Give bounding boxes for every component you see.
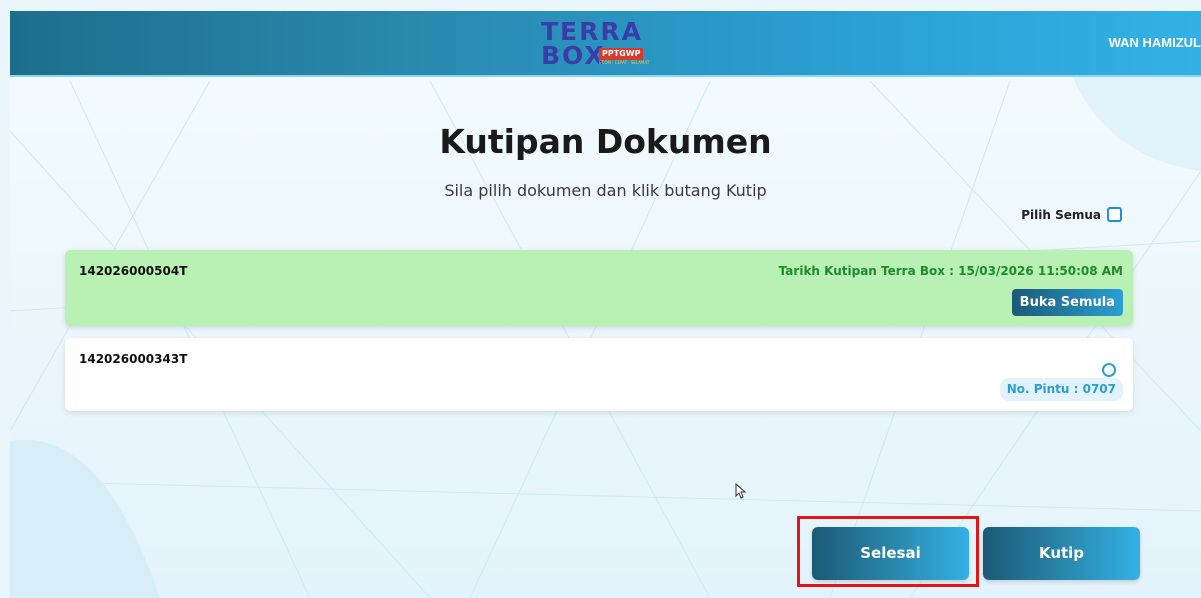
document-id: 142026000343T <box>79 352 188 366</box>
collect-button[interactable]: Kutip <box>983 527 1140 580</box>
mouse-cursor-icon <box>735 483 747 499</box>
document-id: 142026000504T <box>79 264 188 278</box>
document-card[interactable]: 142026000343T No. Pintu : 0707 <box>65 338 1133 411</box>
logo-tagline: ECOM · CEPAT · SELAMAT <box>599 60 650 65</box>
logo-badge: PPTGWP <box>599 48 644 60</box>
logo-box-text: BOX <box>541 41 606 70</box>
select-all-label: Pilih Semua <box>1021 207 1101 222</box>
select-all-control[interactable]: Pilih Semua <box>1021 207 1122 222</box>
document-card-collected: 142026000504T Tarikh Kutipan Terra Box :… <box>65 250 1133 326</box>
app-frame: TERRA BOX PPTGWP ECOM · CEPAT · SELAMAT … <box>10 11 1201 598</box>
select-all-checkbox[interactable] <box>1107 207 1122 222</box>
document-select-radio[interactable] <box>1102 363 1116 377</box>
reopen-button[interactable]: Buka Semula <box>1011 289 1123 316</box>
top-header-bar: TERRA BOX PPTGWP ECOM · CEPAT · SELAMAT … <box>10 11 1201 77</box>
collection-date: Tarikh Kutipan Terra Box : 15/03/2026 11… <box>778 264 1123 278</box>
page-subtitle: Sila pilih dokumen dan klik butang Kutip <box>444 181 767 200</box>
terrabox-logo: TERRA BOX PPTGWP ECOM · CEPAT · SELAMAT <box>541 19 681 69</box>
user-name[interactable]: WAN HAMIZUL <box>1109 11 1201 75</box>
door-number-badge: No. Pintu : 0707 <box>999 378 1123 401</box>
highlight-box <box>797 516 979 587</box>
page-title: Kutipan Dokumen <box>439 122 772 161</box>
